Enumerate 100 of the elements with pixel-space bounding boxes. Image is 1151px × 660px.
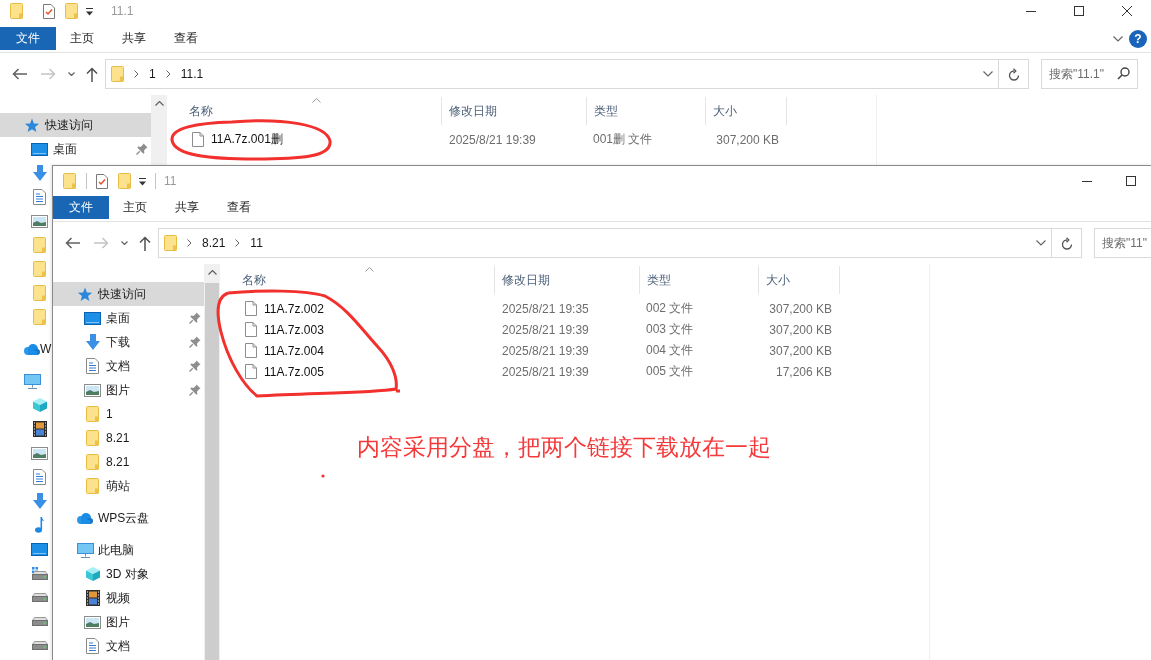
cube-icon bbox=[84, 566, 101, 582]
refresh-button[interactable] bbox=[999, 59, 1029, 89]
file-menu-button[interactable]: 文件 bbox=[53, 196, 109, 219]
file-name[interactable]: 11A.7z.001删 bbox=[211, 131, 283, 148]
address-bar[interactable]: 8.21 11 bbox=[158, 228, 1052, 258]
file-type: 003 文件 bbox=[646, 321, 694, 338]
pin-icon[interactable] bbox=[189, 360, 201, 372]
help-button[interactable]: ? bbox=[1129, 29, 1147, 48]
ribbon-tab[interactable]: 主页 bbox=[109, 196, 161, 219]
annotation-text: 内容采用分盘，把两个链接下载放在一起 bbox=[357, 433, 771, 462]
sidebar-item[interactable]: 桌面 bbox=[53, 306, 204, 330]
file-icon bbox=[245, 364, 257, 379]
modified-date: 2025/8/21 19:39 bbox=[502, 364, 589, 379]
dropdown-icon[interactable] bbox=[85, 6, 94, 16]
column-header[interactable]: 名称 bbox=[167, 97, 442, 125]
file-name[interactable]: 11A.7z.005 bbox=[264, 364, 324, 379]
column-header[interactable]: 修改日期 bbox=[442, 97, 587, 125]
folder-icon bbox=[63, 173, 76, 189]
sidebar-item[interactable]: W bbox=[0, 337, 52, 361]
column-header[interactable]: 类型 bbox=[640, 266, 759, 294]
breadcrumb[interactable]: 11.1 bbox=[180, 67, 204, 81]
sidebar-item[interactable]: 快速访问 bbox=[53, 282, 204, 306]
search-icon bbox=[1117, 67, 1130, 80]
search-field[interactable]: 搜索"11.1" bbox=[1041, 59, 1138, 89]
sidebar-item[interactable]: 视频 bbox=[53, 586, 204, 610]
file-type: 005 文件 bbox=[646, 363, 694, 380]
breadcrumb[interactable]: 1 bbox=[149, 67, 156, 81]
ribbon-tab[interactable]: 共享 bbox=[161, 196, 213, 219]
folder-icon bbox=[33, 285, 46, 301]
breadcrumb[interactable]: 8.21 bbox=[202, 236, 226, 250]
caret-up-icon bbox=[154, 101, 164, 106]
picture-icon bbox=[31, 214, 48, 228]
cloud-icon bbox=[77, 512, 93, 524]
dropdown-icon[interactable] bbox=[138, 176, 147, 186]
up-arrow-icon bbox=[139, 235, 151, 251]
pin-icon[interactable] bbox=[189, 336, 201, 348]
chevron-right-icon bbox=[235, 239, 241, 247]
ribbon-tab[interactable]: 共享 bbox=[108, 27, 160, 50]
column-header[interactable]: 修改日期 bbox=[495, 266, 640, 294]
sidebar-item[interactable]: 文档 bbox=[53, 634, 204, 658]
sidebar-item[interactable]: 文档 bbox=[53, 354, 204, 378]
cube-icon bbox=[31, 397, 48, 413]
breadcrumb[interactable]: 11 bbox=[250, 236, 263, 250]
sidebar-item[interactable]: 1 bbox=[53, 402, 204, 426]
refresh-button[interactable] bbox=[1052, 228, 1082, 258]
ribbon-tab[interactable]: 查看 bbox=[160, 27, 212, 50]
sidebar-item[interactable]: 桌面 bbox=[0, 137, 151, 161]
modified-date: 2025/8/21 19:39 bbox=[449, 132, 536, 147]
sidebar-item[interactable]: 图片 bbox=[53, 378, 204, 402]
chevron-down-icon[interactable] bbox=[1113, 35, 1123, 42]
file-icon bbox=[245, 322, 257, 337]
column-header[interactable]: 大小 bbox=[706, 97, 787, 125]
sidebar-item[interactable]: 8.21 bbox=[53, 450, 204, 474]
ribbon-tab[interactable]: 查看 bbox=[213, 196, 265, 219]
checkmark-document-icon[interactable] bbox=[96, 173, 108, 189]
scrollbar-thumb[interactable] bbox=[205, 283, 219, 660]
file-size: 307,200 KB bbox=[769, 322, 832, 337]
close-icon bbox=[1122, 6, 1132, 16]
maximize-icon bbox=[1126, 176, 1136, 186]
file-type: 001删 文件 bbox=[593, 131, 653, 148]
forward-arrow-icon bbox=[93, 237, 109, 249]
column-header[interactable]: 类型 bbox=[587, 97, 706, 125]
drive-icon bbox=[31, 640, 48, 650]
document-icon bbox=[33, 469, 46, 485]
pin-icon[interactable] bbox=[189, 384, 201, 396]
pin-icon[interactable] bbox=[136, 143, 148, 155]
film-icon bbox=[32, 421, 47, 437]
sidebar-item[interactable]: WPS云盘 bbox=[53, 506, 204, 530]
pin-icon[interactable] bbox=[189, 312, 201, 324]
checkmark-document-icon[interactable] bbox=[43, 3, 55, 19]
picture-icon bbox=[84, 615, 101, 629]
column-header[interactable]: 大小 bbox=[759, 266, 840, 294]
file-menu-button[interactable]: 文件 bbox=[0, 27, 56, 50]
file-icon bbox=[245, 301, 257, 316]
search-field[interactable]: 搜索"11" bbox=[1094, 228, 1151, 258]
refresh-icon bbox=[1007, 67, 1020, 81]
address-bar[interactable]: 1 11.1 bbox=[105, 59, 999, 89]
folder-icon bbox=[86, 406, 99, 422]
desktop-icon bbox=[31, 542, 48, 556]
chevron-right-icon bbox=[165, 70, 171, 78]
file-name[interactable]: 11A.7z.002 bbox=[264, 301, 324, 316]
sidebar-item[interactable]: 下载 bbox=[53, 330, 204, 354]
star-icon bbox=[24, 117, 40, 133]
cloud-icon bbox=[24, 343, 40, 355]
column-header[interactable]: 名称 bbox=[220, 266, 495, 294]
sidebar-item[interactable]: 此电脑 bbox=[53, 538, 204, 562]
chevron-right-icon bbox=[187, 239, 192, 247]
sidebar-item[interactable]: 3D 对象 bbox=[53, 562, 204, 586]
sidebar-item[interactable]: 萌站 bbox=[53, 474, 204, 498]
sidebar-item[interactable]: 8.21 bbox=[53, 426, 204, 450]
file-name[interactable]: 11A.7z.004 bbox=[264, 343, 324, 358]
folder-icon bbox=[164, 235, 177, 251]
desktop-icon bbox=[84, 311, 101, 325]
ribbon-tab[interactable]: 主页 bbox=[56, 27, 108, 50]
sidebar-item[interactable]: 快速访问 bbox=[0, 113, 151, 137]
download-arrow-icon bbox=[32, 165, 47, 181]
sidebar-item[interactable]: 图片 bbox=[53, 610, 204, 634]
picture-icon bbox=[84, 383, 101, 397]
up-arrow-icon bbox=[86, 66, 98, 82]
file-name[interactable]: 11A.7z.003 bbox=[264, 322, 324, 337]
